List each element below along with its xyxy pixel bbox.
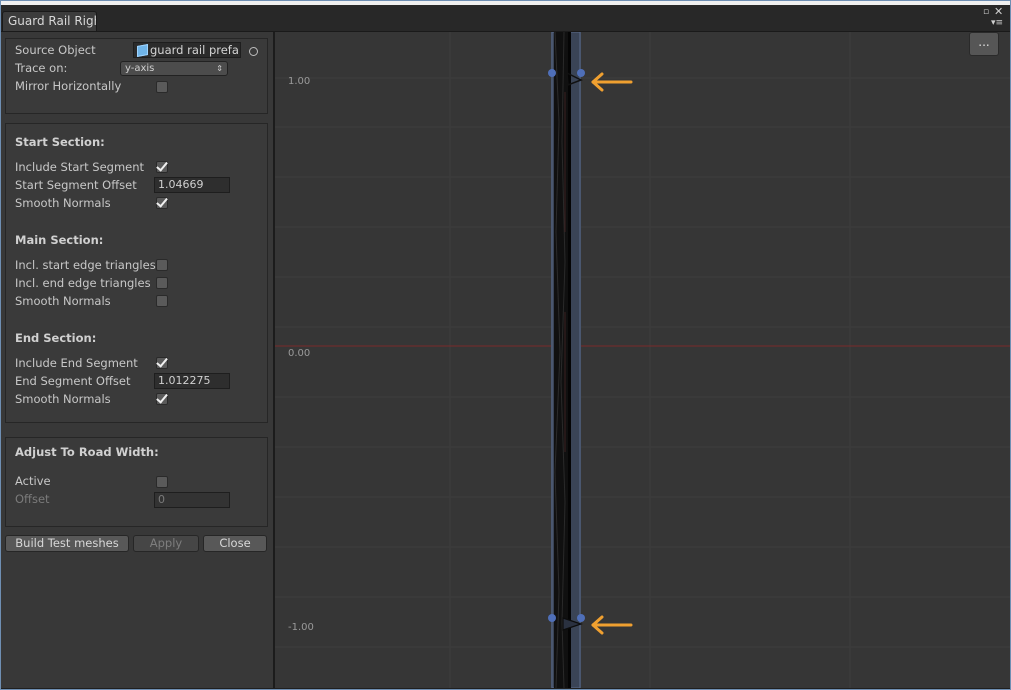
menu-icon[interactable]: ▾≡	[991, 19, 1003, 28]
bottom-right-handle[interactable]	[577, 614, 585, 622]
start-smooth-label: Smooth Normals	[15, 196, 111, 210]
top-left-handle[interactable]	[548, 69, 556, 77]
source-object-field[interactable]: guard rail prefa	[133, 42, 241, 58]
source-group: Source Object guard rail prefa Trace on:…	[5, 38, 268, 114]
start-section-heading: Start Section:	[15, 135, 105, 149]
end-edge-checkbox[interactable]	[156, 277, 168, 289]
sections-group: Start Section: Include Start Segment Sta…	[5, 123, 268, 423]
tab-strip: Guard Rail Righ ▫ ✕ ▾≡	[1, 5, 1010, 32]
active-label: Active	[15, 474, 51, 488]
trace-on-value: y-axis	[125, 63, 155, 74]
close-icon[interactable]: ✕	[994, 6, 1003, 17]
updown-arrow-icon: ⇕	[216, 64, 223, 73]
adjust-heading: Adjust To Road Width:	[15, 445, 159, 459]
apply-button[interactable]: Apply	[133, 535, 199, 552]
top-arrow-icon	[591, 72, 633, 92]
include-end-checkbox[interactable]	[156, 357, 168, 369]
end-offset-field[interactable]: 1.012275	[154, 373, 230, 389]
mirror-label: Mirror Horizontally	[15, 79, 122, 93]
y-label-bottom: -1.00	[288, 622, 314, 633]
maximize-icon[interactable]: ▫	[983, 8, 989, 17]
end-smooth-checkbox[interactable]	[156, 393, 168, 405]
main-section-heading: Main Section:	[15, 233, 104, 247]
cube-icon	[137, 44, 148, 57]
main-smooth-checkbox[interactable]	[156, 295, 168, 307]
trace-on-label: Trace on:	[15, 61, 68, 75]
start-offset-label: Start Segment Offset	[15, 178, 137, 192]
y-label-top: 1.00	[288, 76, 310, 87]
end-edge-label: Incl. end edge triangles	[15, 276, 151, 290]
include-start-checkbox[interactable]	[156, 161, 168, 173]
bottom-left-handle[interactable]	[548, 614, 556, 622]
source-object-label: Source Object	[15, 43, 96, 57]
close-button[interactable]: Close	[203, 535, 267, 552]
include-start-label: Include Start Segment	[15, 160, 145, 174]
start-offset-field[interactable]: 1.04669	[154, 177, 230, 193]
end-section-heading: End Section:	[15, 331, 97, 345]
trace-on-select[interactable]: y-axis ⇕	[120, 61, 228, 76]
source-object-value: guard rail prefa	[150, 43, 239, 57]
top-right-handle[interactable]	[577, 69, 585, 77]
bottom-arrow-icon	[591, 615, 633, 635]
active-checkbox[interactable]	[156, 476, 168, 488]
y-label-middle: 0.00	[288, 348, 310, 359]
end-smooth-label: Smooth Normals	[15, 392, 111, 406]
viewport-grid	[275, 32, 1010, 688]
start-edge-label: Incl. start edge triangles	[15, 258, 156, 272]
end-offset-label: End Segment Offset	[15, 374, 131, 388]
start-smooth-checkbox[interactable]	[156, 197, 168, 209]
include-end-label: Include End Segment	[15, 356, 138, 370]
mirror-checkbox[interactable]	[156, 81, 168, 93]
main-smooth-label: Smooth Normals	[15, 294, 111, 308]
object-picker-icon[interactable]	[249, 47, 258, 56]
adjust-offset-field[interactable]: 0	[154, 492, 230, 508]
adjust-offset-label: Offset	[15, 492, 50, 506]
build-test-meshes-button[interactable]: Build Test meshes	[5, 535, 129, 552]
preview-canvas: 1.00 0.00 -1.00	[275, 32, 1010, 688]
start-edge-checkbox[interactable]	[156, 259, 168, 271]
tab-guard-rail[interactable]: Guard Rail Righ	[2, 11, 97, 31]
inspector-panel: Source Object guard rail prefa Trace on:…	[1, 32, 275, 688]
preview-viewport[interactable]: 1.00 0.00 -1.00	[275, 32, 1010, 688]
adjust-group: Adjust To Road Width: Active Offset 0	[5, 437, 268, 527]
guard-rail-mesh	[554, 32, 571, 688]
more-options-button[interactable]: ...	[969, 32, 999, 56]
